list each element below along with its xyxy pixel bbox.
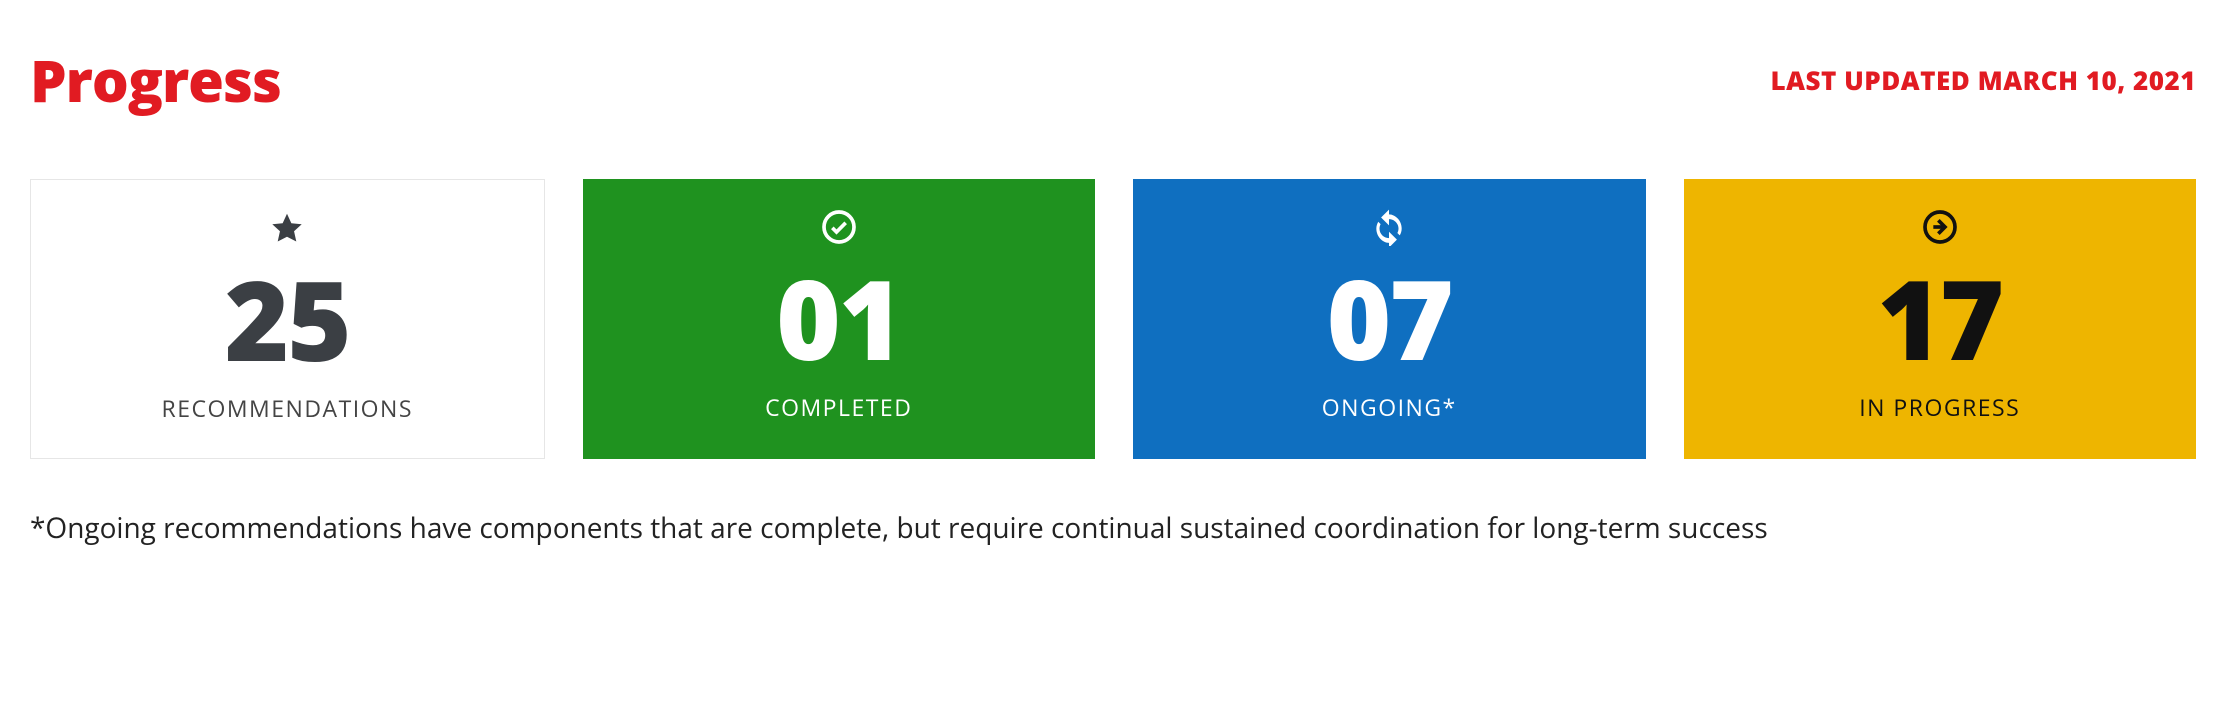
card-recommendations: 25 RECOMMENDATIONS [30,179,545,459]
card-number: 17 [1877,263,2002,373]
footnote: *Ongoing recommendations have components… [30,509,2196,547]
card-label: ONGOING* [1322,391,1457,423]
card-label: IN PROGRESS [1859,391,2020,423]
card-number: 07 [1327,263,1452,373]
card-completed: 01 COMPLETED [583,179,1096,459]
header: Progress LAST UPDATED MARCH 10, 2021 [30,40,2196,119]
card-number: 25 [225,264,350,374]
card-label: RECOMMENDATIONS [162,392,413,424]
last-updated: LAST UPDATED MARCH 10, 2021 [1770,62,2196,98]
card-ongoing: 07 ONGOING* [1133,179,1646,459]
card-number: 01 [776,263,901,373]
card-in-progress: 17 IN PROGRESS [1684,179,2197,459]
card-label: COMPLETED [765,391,912,423]
progress-cards: 25 RECOMMENDATIONS 01 COMPLETED 07 ONGOI… [30,179,2196,459]
page-title: Progress [30,40,281,119]
